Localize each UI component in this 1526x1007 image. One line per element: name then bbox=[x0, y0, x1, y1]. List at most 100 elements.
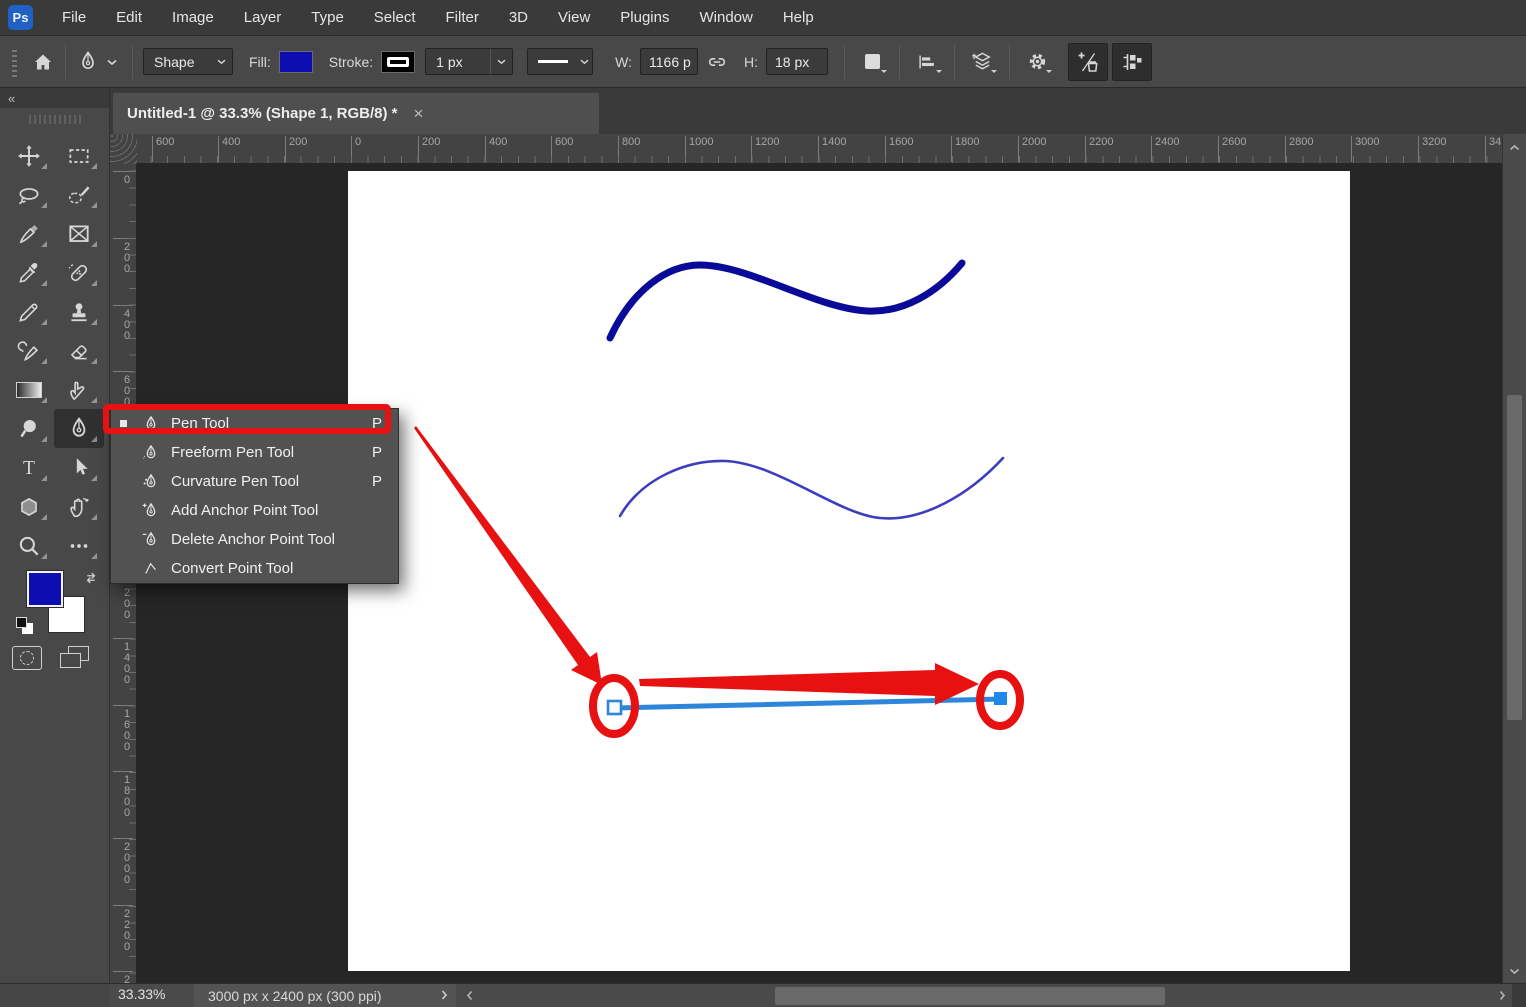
tool-history-brush[interactable] bbox=[4, 331, 54, 370]
zoom-level-field[interactable]: 33.33% bbox=[118, 986, 165, 1002]
move-icon bbox=[16, 143, 42, 169]
status-bar: 33.33% 3000 px x 2400 px (300 ppi) bbox=[0, 983, 1526, 1007]
menu-image[interactable]: Image bbox=[157, 0, 229, 36]
canvas[interactable] bbox=[348, 171, 1350, 971]
tool-more[interactable] bbox=[54, 526, 104, 565]
path-arrangement-button[interactable] bbox=[965, 45, 999, 79]
constrain-path-button[interactable] bbox=[1112, 43, 1152, 81]
tool-hand[interactable] bbox=[54, 487, 104, 526]
stroke-swatch[interactable] bbox=[381, 51, 415, 73]
foreground-color-swatch[interactable] bbox=[27, 571, 63, 607]
tool-shape[interactable] bbox=[4, 487, 54, 526]
tool-eraser[interactable] bbox=[54, 331, 104, 370]
h-ruler-label: 2800 bbox=[1285, 136, 1313, 162]
tool-mode-select[interactable]: Shape bbox=[143, 48, 233, 75]
shape-width-input[interactable]: 1166 p bbox=[640, 48, 698, 75]
chevron-down-icon[interactable] bbox=[106, 58, 118, 66]
document-info-text: 3000 px x 2400 px (300 ppi) bbox=[208, 988, 382, 1004]
quick-mask-button[interactable] bbox=[12, 646, 42, 670]
link-dimensions-icon[interactable] bbox=[706, 51, 728, 73]
flyout-item-add-anchor[interactable]: Add Anchor Point Tool bbox=[111, 496, 398, 525]
v-ruler-label: 1600 bbox=[113, 705, 133, 752]
horizontal-scrollbar-thumb[interactable] bbox=[775, 987, 1165, 1005]
hand-rotate-icon bbox=[66, 494, 92, 520]
tool-object-selection[interactable] bbox=[54, 175, 104, 214]
shape-height-input[interactable]: 18 px bbox=[766, 48, 828, 75]
tool-clone-stamp[interactable] bbox=[54, 292, 104, 331]
flyout-item-delete-anchor[interactable]: Delete Anchor Point Tool bbox=[111, 525, 398, 554]
fill-swatch[interactable] bbox=[279, 51, 313, 73]
h-ruler-label: 1200 bbox=[751, 136, 779, 162]
stroke-style-line bbox=[538, 60, 568, 63]
scroll-down-icon[interactable] bbox=[1503, 967, 1526, 975]
tool-gradient[interactable] bbox=[4, 370, 54, 409]
scroll-left-icon[interactable] bbox=[466, 989, 474, 1002]
h-ruler-label: 1800 bbox=[951, 136, 979, 162]
vertical-scrollbar-thumb[interactable] bbox=[1507, 395, 1522, 720]
menu-view[interactable]: View bbox=[543, 0, 605, 36]
tool-lasso[interactable] bbox=[4, 175, 54, 214]
collapse-panel-icon[interactable]: « bbox=[8, 91, 15, 106]
swap-colors-icon[interactable] bbox=[82, 569, 100, 587]
menu-filter[interactable]: Filter bbox=[431, 0, 494, 36]
tool-remove-brush[interactable] bbox=[4, 214, 54, 253]
scroll-up-icon[interactable] bbox=[1503, 144, 1526, 152]
menu-file[interactable]: File bbox=[47, 0, 101, 36]
h-ruler-label: 2200 bbox=[1085, 136, 1113, 162]
path-alignment-button[interactable] bbox=[910, 45, 944, 79]
menu-plugins[interactable]: Plugins bbox=[605, 0, 684, 36]
panel-bottom-buttons bbox=[12, 646, 100, 670]
tool-rectangular-marquee[interactable] bbox=[54, 136, 104, 175]
tool-spot-healing[interactable] bbox=[54, 253, 104, 292]
separator bbox=[954, 45, 955, 79]
tool-panel-header[interactable]: « bbox=[0, 88, 109, 108]
v-ruler-label: 2200 bbox=[113, 905, 133, 952]
separator bbox=[1009, 45, 1010, 79]
screen-mode-button[interactable] bbox=[60, 646, 90, 670]
tool-panel-grip[interactable] bbox=[29, 115, 81, 124]
tool-brush[interactable] bbox=[4, 292, 54, 331]
document-tab[interactable]: Untitled-1 @ 33.3% (Shape 1, RGB/8) * × bbox=[113, 93, 599, 134]
menu-type[interactable]: Type bbox=[296, 0, 359, 36]
menu-select[interactable]: Select bbox=[359, 0, 431, 36]
separator bbox=[844, 45, 845, 79]
v-ruler-label: 1400 bbox=[113, 638, 133, 685]
dodge-icon bbox=[16, 416, 42, 442]
menu-3d[interactable]: 3D bbox=[494, 0, 543, 36]
vertical-scrollbar[interactable] bbox=[1502, 134, 1526, 983]
tool-move[interactable] bbox=[4, 136, 54, 175]
stroke-style-select[interactable] bbox=[527, 48, 593, 75]
status-expand-icon[interactable] bbox=[440, 988, 448, 1002]
flyout-item-freeform-pen[interactable]: Freeform Pen Tool P bbox=[111, 438, 398, 467]
menu-edit[interactable]: Edit bbox=[101, 0, 157, 36]
tool-path-selection[interactable] bbox=[54, 448, 104, 487]
horizontal-ruler[interactable]: 600 400 200 0 200 400 600 800 1000 1200 … bbox=[110, 134, 1502, 164]
tool-pen[interactable] bbox=[54, 409, 104, 448]
menu-layer[interactable]: Layer bbox=[229, 0, 297, 36]
path-operations-button[interactable] bbox=[855, 45, 889, 79]
flyout-item-curvature-pen[interactable]: Curvature Pen Tool P bbox=[111, 467, 398, 496]
ruler-origin-corner[interactable] bbox=[110, 134, 137, 164]
default-colors-icon[interactable] bbox=[16, 617, 34, 635]
tool-type[interactable] bbox=[4, 448, 54, 487]
tool-zoom[interactable] bbox=[4, 526, 54, 565]
scroll-right-icon[interactable] bbox=[1498, 989, 1506, 1002]
menu-window[interactable]: Window bbox=[684, 0, 767, 36]
tool-eyedropper[interactable] bbox=[4, 253, 54, 292]
menu-help[interactable]: Help bbox=[768, 0, 829, 36]
remove-brush-icon bbox=[16, 221, 42, 247]
options-bar-grip[interactable] bbox=[12, 47, 17, 77]
edit-toolbar-button[interactable] bbox=[1068, 43, 1108, 81]
stroke-width-select[interactable]: 1 px bbox=[425, 48, 513, 75]
tool-frame[interactable] bbox=[54, 214, 104, 253]
quick-mask-icon bbox=[20, 651, 34, 665]
document-info[interactable]: 3000 px x 2400 px (300 ppi) bbox=[194, 984, 456, 1007]
tool-dodge[interactable] bbox=[4, 409, 54, 448]
h-ruler-label: 0 bbox=[351, 136, 361, 162]
pen-tool-icon[interactable] bbox=[76, 50, 100, 74]
home-icon[interactable] bbox=[31, 50, 55, 74]
close-tab-icon[interactable]: × bbox=[414, 104, 424, 124]
path-options-button[interactable] bbox=[1020, 45, 1054, 79]
tool-smudge[interactable] bbox=[54, 370, 104, 409]
flyout-item-convert-point[interactable]: Convert Point Tool bbox=[111, 554, 398, 583]
